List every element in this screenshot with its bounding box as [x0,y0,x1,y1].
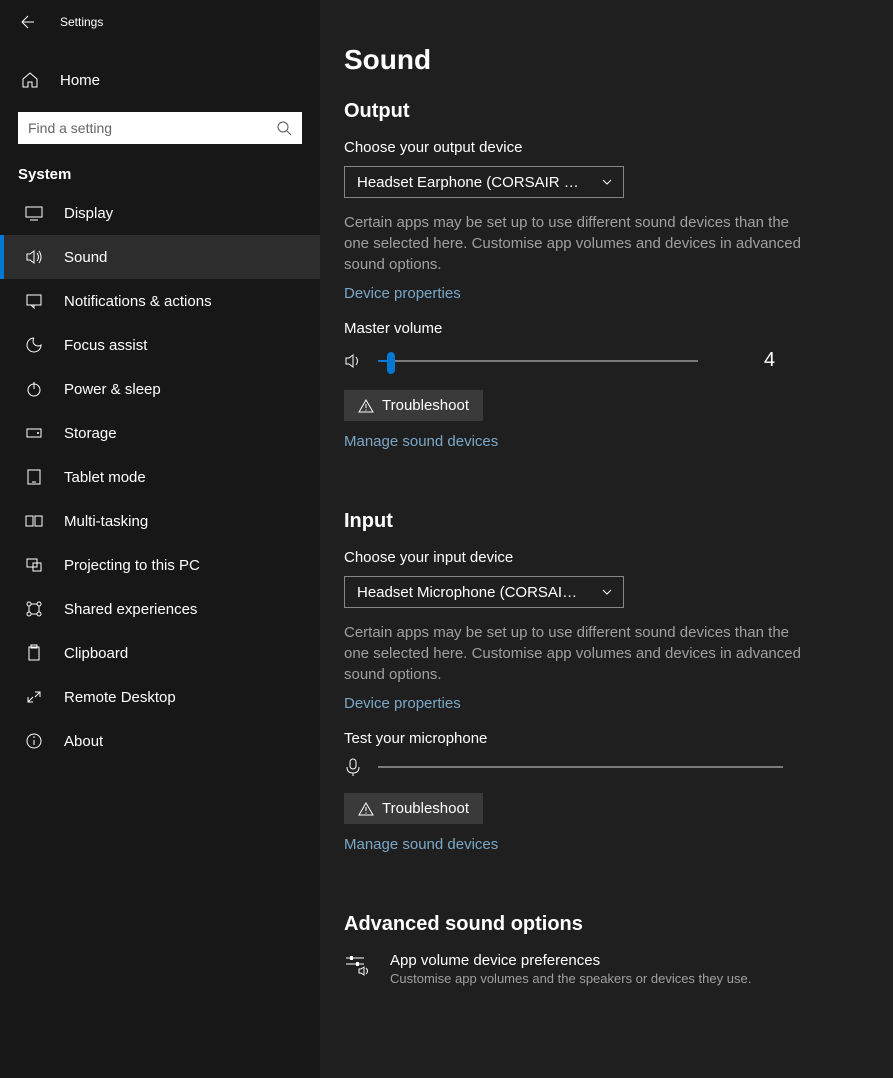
home-icon [20,70,40,90]
master-volume-value: 4 [764,349,775,372]
input-device-value: Headset Microphone (CORSAIR V... [357,584,587,601]
nav-label: Focus assist [64,337,147,354]
nav-shared-experiences[interactable]: Shared experiences [0,587,320,631]
input-device-dropdown[interactable]: Headset Microphone (CORSAIR V... [344,576,624,608]
slider-thumb[interactable] [387,352,395,374]
input-troubleshoot-button[interactable]: Troubleshoot [344,793,483,824]
nav-notifications[interactable]: Notifications & actions [0,279,320,323]
output-troubleshoot-button[interactable]: Troubleshoot [344,390,483,421]
microphone-icon [344,757,362,777]
chevron-down-icon [601,176,613,188]
nav-label: Shared experiences [64,601,197,618]
troubleshoot-label: Troubleshoot [382,397,469,414]
notifications-icon [24,291,44,311]
nav-sound[interactable]: Sound [0,235,320,279]
nav-label: Display [64,205,113,222]
display-icon [24,203,44,223]
master-volume-slider[interactable] [378,360,698,362]
output-device-dropdown[interactable]: Headset Earphone (CORSAIR VOI... [344,166,624,198]
section-label: System [0,144,320,191]
app-volume-subtitle: Customise app volumes and the speakers o… [390,971,751,986]
app-volume-icon [344,952,370,986]
app-volume-preferences[interactable]: App volume device preferences Customise … [344,952,869,986]
master-volume-label: Master volume [344,320,869,337]
input-heading: Input [344,510,869,533]
home-nav[interactable]: Home [0,58,320,102]
output-manage-devices-link[interactable]: Manage sound devices [344,433,498,450]
sound-icon [24,247,44,267]
nav-label: Remote Desktop [64,689,176,706]
app-title: Settings [60,15,103,29]
nav-tablet-mode[interactable]: Tablet mode [0,455,320,499]
test-mic-label: Test your microphone [344,730,869,747]
output-device-properties-link[interactable]: Device properties [344,285,461,302]
output-choose-label: Choose your output device [344,139,869,156]
input-manage-devices-link[interactable]: Manage sound devices [344,836,498,853]
troubleshoot-label: Troubleshoot [382,800,469,817]
nav-multitasking[interactable]: Multi-tasking [0,499,320,543]
focus-assist-icon [24,335,44,355]
nav-label: Notifications & actions [64,293,212,310]
warning-icon [358,398,374,414]
nav-storage[interactable]: Storage [0,411,320,455]
nav-label: Clipboard [64,645,128,662]
nav-display[interactable]: Display [0,191,320,235]
nav-power-sleep[interactable]: Power & sleep [0,367,320,411]
app-volume-title: App volume device preferences [390,952,751,969]
nav-about[interactable]: About [0,719,320,763]
nav-label: About [64,733,103,750]
volume-icon[interactable] [344,352,362,370]
output-device-value: Headset Earphone (CORSAIR VOI... [357,174,587,191]
input-choose-label: Choose your input device [344,549,869,566]
back-button[interactable] [16,12,36,32]
nav-focus-assist[interactable]: Focus assist [0,323,320,367]
shared-icon [24,599,44,619]
output-help-text: Certain apps may be set up to use differ… [344,212,804,275]
input-device-properties-link[interactable]: Device properties [344,695,461,712]
chevron-down-icon [601,586,613,598]
about-icon [24,731,44,751]
home-label: Home [60,72,100,89]
nav-clipboard[interactable]: Clipboard [0,631,320,675]
nav-label: Tablet mode [64,469,146,486]
nav-label: Storage [64,425,117,442]
output-heading: Output [344,100,869,123]
nav-label: Multi-tasking [64,513,148,530]
tablet-icon [24,467,44,487]
search-input[interactable] [18,112,302,144]
back-arrow-icon [18,14,34,30]
mic-level-bar [378,766,783,768]
input-help-text: Certain apps may be set up to use differ… [344,622,804,685]
nav-label: Power & sleep [64,381,161,398]
storage-icon [24,423,44,443]
clipboard-icon [24,643,44,663]
remote-desktop-icon [24,687,44,707]
nav-remote-desktop[interactable]: Remote Desktop [0,675,320,719]
multitasking-icon [24,511,44,531]
advanced-heading: Advanced sound options [344,913,869,936]
projecting-icon [24,555,44,575]
warning-icon [358,801,374,817]
page-title: Sound [344,44,869,76]
power-icon [24,379,44,399]
nav-label: Projecting to this PC [64,557,200,574]
nav-projecting[interactable]: Projecting to this PC [0,543,320,587]
nav-label: Sound [64,249,107,266]
